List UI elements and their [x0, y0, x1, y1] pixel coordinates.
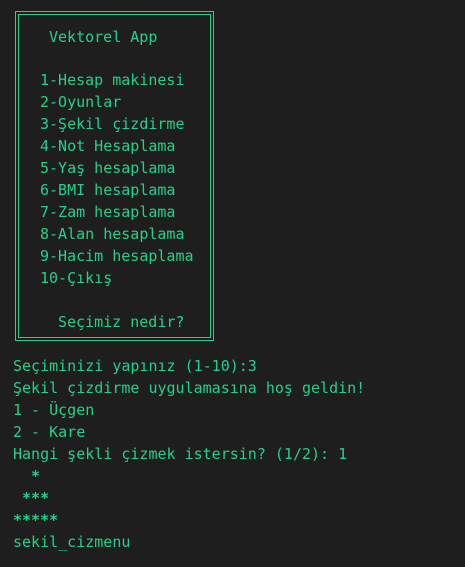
menu-prompt: Seçimiz nedir? [58, 313, 185, 331]
menu-box: Vektorel App 1-Hesap makinesi 2-Oyunlar … [15, 11, 214, 341]
menu-item-cikis: 10-Çıkış [40, 269, 113, 287]
menu-item-oyunlar: 2-Oyunlar [40, 93, 122, 111]
menu-list: 1-Hesap makinesi 2-Oyunlar 3-Şekil çizdi… [40, 69, 194, 289]
output-line-shape-prompt: Hangi şekli çizmek istersin? (1/2): 1 [13, 445, 348, 463]
output-line-partial: _____ _ ____ __ _ _ __ _ __ ___ [13, 555, 321, 567]
output-line-star-row-1: * [13, 467, 41, 485]
output-line-option-triangle: 1 - Üçgen [13, 401, 95, 419]
output-line-selection: Seçiminizi yapınız (1-10):3 [13, 357, 257, 375]
output-line-star-row-2: *** [13, 489, 50, 507]
output-line-star-row-3: ***** [13, 511, 59, 529]
menu-item-yas-hesaplama: 5-Yaş hesaplama [40, 159, 176, 177]
output-line-option-square: 2 - Kare [13, 423, 86, 441]
terminal-output: Seçiminizi yapınız (1-10):3 Şekil çizdir… [13, 355, 365, 567]
menu-item-hesap-makinesi: 1-Hesap makinesi [40, 71, 185, 89]
menu-item-not-hesaplama: 4-Not Hesaplama [40, 137, 176, 155]
menu-item-alan-hesaplama: 8-Alan hesaplama [40, 225, 185, 243]
menu-item-hacim-hesaplama: 9-Hacim hesaplama [40, 247, 194, 265]
menu-item-bmi-hesaplama: 6-BMI hesaplama [40, 181, 176, 199]
output-line-menu-name: sekil_cizmenu [13, 533, 131, 551]
menu-item-zam-hesaplama: 7-Zam hesaplama [40, 203, 176, 221]
menu-title: Vektorel App [49, 28, 158, 46]
terminal-window[interactable]: Vektorel App 1-Hesap makinesi 2-Oyunlar … [0, 0, 465, 567]
output-line-welcome: Şekil çizdirme uygulamasına hoş geldin! [13, 379, 366, 397]
menu-item-sekil-cizdirme: 3-Şekil çizdirme [40, 115, 185, 133]
